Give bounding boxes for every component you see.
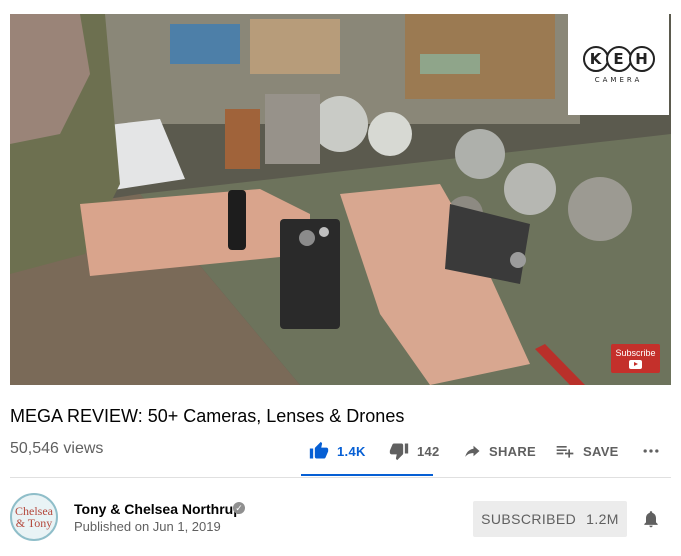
video-player[interactable]: K E H CAMERA Subscribe [10, 14, 671, 385]
subscribed-label: SUBSCRIBED [481, 511, 577, 527]
dislike-button[interactable]: 142 [389, 438, 440, 464]
logo-letter: K [582, 45, 609, 72]
subscribed-button[interactable]: SUBSCRIBED 1.2M [473, 501, 627, 537]
video-title: MEGA REVIEW: 50+ Cameras, Lenses & Drone… [10, 406, 405, 426]
channel-avatar[interactable]: Chelsea & Tony [10, 493, 58, 541]
bell-icon[interactable] [641, 508, 661, 530]
thumb-down-icon [389, 443, 409, 461]
like-count: 1.4K [337, 443, 366, 459]
save-button[interactable]: SAVE [555, 438, 619, 464]
subscriber-count: 1.2M [586, 511, 619, 527]
more-horizontal-icon [643, 449, 659, 453]
view-count: 50,546 views [10, 440, 104, 457]
avatar-text-line2: & Tony [15, 516, 53, 530]
thumb-up-icon [309, 441, 329, 459]
share-button[interactable]: SHARE [463, 438, 536, 464]
share-arrow-icon [465, 445, 480, 457]
divider [10, 477, 671, 478]
more-actions-button[interactable] [641, 438, 661, 464]
logo-subtitle: CAMERA [594, 75, 643, 84]
playlist-add-icon [556, 446, 574, 458]
share-label: SHARE [489, 443, 537, 459]
youtube-play-icon [629, 360, 642, 369]
logo-letter: H [628, 45, 655, 72]
like-button[interactable]: 1.4K [309, 438, 366, 464]
sentiment-bar-like [301, 474, 433, 476]
publish-date: Published on Jun 1, 2019 [74, 519, 221, 534]
subscribe-watermark-label: Subscribe [615, 348, 656, 358]
save-label: SAVE [583, 443, 619, 459]
logo-letter: E [605, 45, 632, 72]
channel-name-link[interactable]: Tony & Chelsea Northrup [74, 501, 242, 517]
keh-camera-logo: K E H CAMERA [568, 14, 669, 115]
dislike-count: 142 [417, 443, 440, 459]
verified-check-icon: ✓ [233, 502, 245, 514]
subscribe-watermark[interactable]: Subscribe [611, 344, 660, 373]
